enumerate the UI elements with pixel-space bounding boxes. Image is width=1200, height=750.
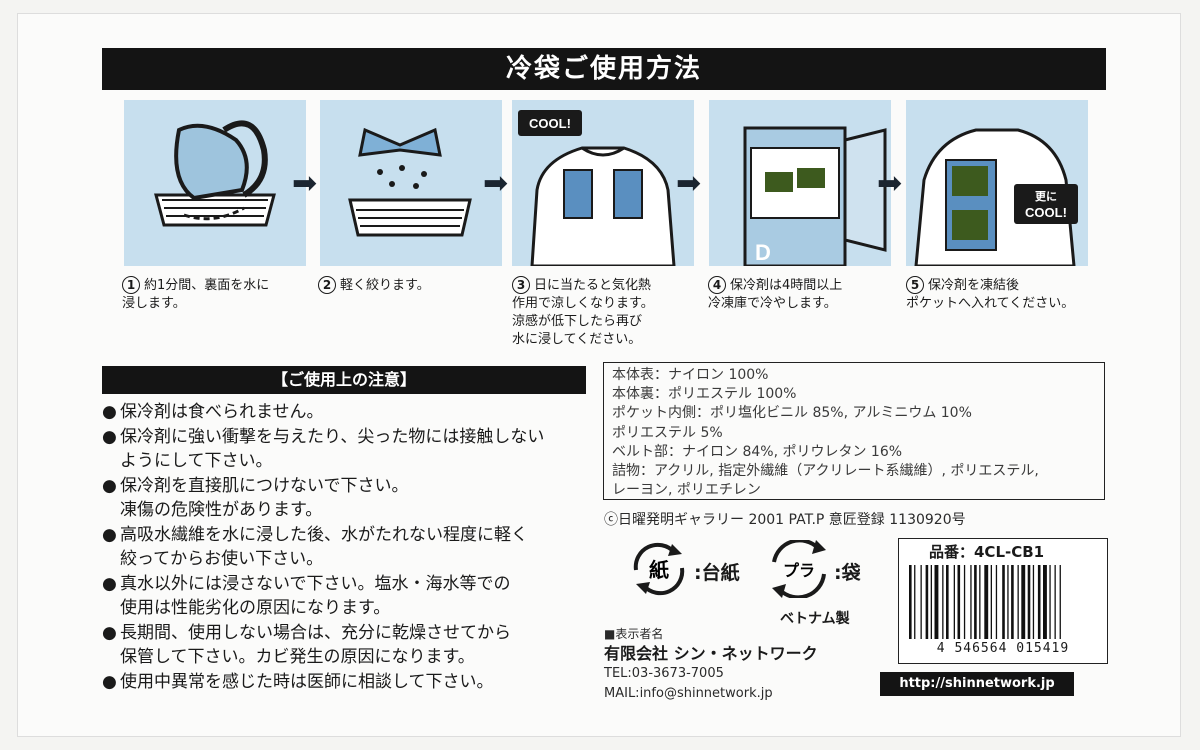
plastic-recycle-icon: プラ xyxy=(768,538,830,600)
page-title: 冷袋ご使用方法 xyxy=(102,48,1106,90)
svg-text:プラ: プラ xyxy=(783,561,815,580)
step-number: 3 xyxy=(512,276,530,294)
step-4-caption: 4 保冷剤は4時間以上 冷凍庫で冷やします。 xyxy=(708,276,843,311)
step-number: 1 xyxy=(122,276,140,294)
publisher-label: ■表示者名 xyxy=(604,627,664,641)
plastic-recycle-label: :袋 xyxy=(834,562,861,584)
copyright-line: ⓒ日曜発明ギャラリー 2001 PAT.P 意匠登録 1130920号 xyxy=(604,512,966,528)
more-label: 更に xyxy=(1035,190,1057,203)
step-3-illustration: COOL! xyxy=(512,100,694,268)
arrow-right-icon: ➡ xyxy=(483,166,509,201)
arrow-right-icon: ➡ xyxy=(292,166,318,201)
material-line: 本体表：ナイロン 100% xyxy=(612,367,769,383)
step-5-illustration: 更に COOL! xyxy=(906,100,1088,268)
materials-box: 本体表：ナイロン 100% 本体裏：ポリエステル 100% ポケット内側：ポリ塩… xyxy=(603,362,1105,500)
svg-text:紙: 紙 xyxy=(649,558,669,582)
step-number: 2 xyxy=(318,276,336,294)
email-address: MAIL:info@shinnetwork.jp xyxy=(604,686,773,701)
barcode-digits: 4 546564 015419 xyxy=(936,641,1070,656)
freezer-mark: D xyxy=(755,240,771,265)
material-line: ポリエステル 5% xyxy=(612,424,723,441)
list-item: ● 保冷剤を直接肌につけないで下さい。 凍傷の危険性があります。 xyxy=(102,475,409,521)
step-1-caption: 1 約1分間、裏面を水に 浸します。 xyxy=(122,276,270,311)
cool-label: COOL! xyxy=(529,116,571,131)
arrow-right-icon: ➡ xyxy=(676,166,702,201)
step-2-illustration xyxy=(320,100,502,266)
material-line: レーヨン, ポリエチレン xyxy=(612,482,761,499)
material-line: 本体裏：ポリエステル 100% xyxy=(612,386,797,403)
part-number: 品番：4CL-CB1 xyxy=(929,543,1045,561)
step-1-illustration xyxy=(124,100,306,266)
list-item: ● 長期間、使用しない場合は、充分に乾燥させてから 保管して下さい。カビ発生の原因に… xyxy=(102,622,511,668)
barcode-icon xyxy=(907,565,1099,641)
paper-recycle-icon: 紙 xyxy=(628,540,690,598)
list-item: ● 高吸水繊維を水に浸した後、水がたれない程度に軽く 絞ってからお使い下さい。 xyxy=(102,524,528,570)
publisher-block: ■表示者名 有限会社 シン・ネットワーク TEL:03-3673-7005 MA… xyxy=(604,624,818,704)
phone-number: TEL:03-3673-7005 xyxy=(604,666,724,681)
step-2-caption: 2 軽く絞ります。 xyxy=(318,276,508,295)
cool-label-2: COOL! xyxy=(1025,205,1067,220)
step-number: 5 xyxy=(906,276,924,294)
list-item: ● 真水以外には浸さないで下さい。塩水・海水等での 使用は性能劣化の原因になります。 xyxy=(102,573,511,619)
arrow-right-icon: ➡ xyxy=(877,166,903,201)
company-name: 有限会社 シン・ネットワーク xyxy=(604,644,818,663)
material-line: ベルト部：ナイロン 84%, ポリウレタン 16% xyxy=(612,443,903,460)
caution-list: ● 保冷剤は食べられません。 ● 保冷剤に強い衝撃を与えたり、尖った物には接触しない… xyxy=(102,400,592,694)
step-5-caption: 5 保冷剤を凍結後 ポケットへ入れてください。 xyxy=(906,276,1075,311)
website-url: http://shinnetwork.jp xyxy=(880,672,1074,696)
list-item: ● 保冷剤は食べられません。 xyxy=(102,402,324,422)
material-line: 詰物：アクリル, 指定外繊維（アクリレート系繊維）, ポリエステル, xyxy=(612,463,1039,480)
step-3-caption: 3 日に当たると気化熱 作用で涼しくなります。 涼感が低下したら再び 水に浸してく… xyxy=(512,276,654,347)
barcode-panel: 品番：4CL-CB1 4 546564 015419 xyxy=(898,538,1108,664)
caution-header: 【ご使用上の注意】 xyxy=(102,366,586,394)
list-item: ● 使用中異常を感じた時は医師に相談して下さい。 xyxy=(102,671,494,692)
step-4-illustration: D xyxy=(709,100,891,268)
step-number: 4 xyxy=(708,276,726,294)
material-line: ポケット内側：ポリ塩化ビニル 85%, アルミニウム 10% xyxy=(612,405,972,422)
paper-recycle-label: :台紙 xyxy=(694,562,740,584)
list-item: ● 保冷剤に強い衝撃を与えたり、尖った物には接触しない ようにして下さい。 xyxy=(102,426,545,472)
